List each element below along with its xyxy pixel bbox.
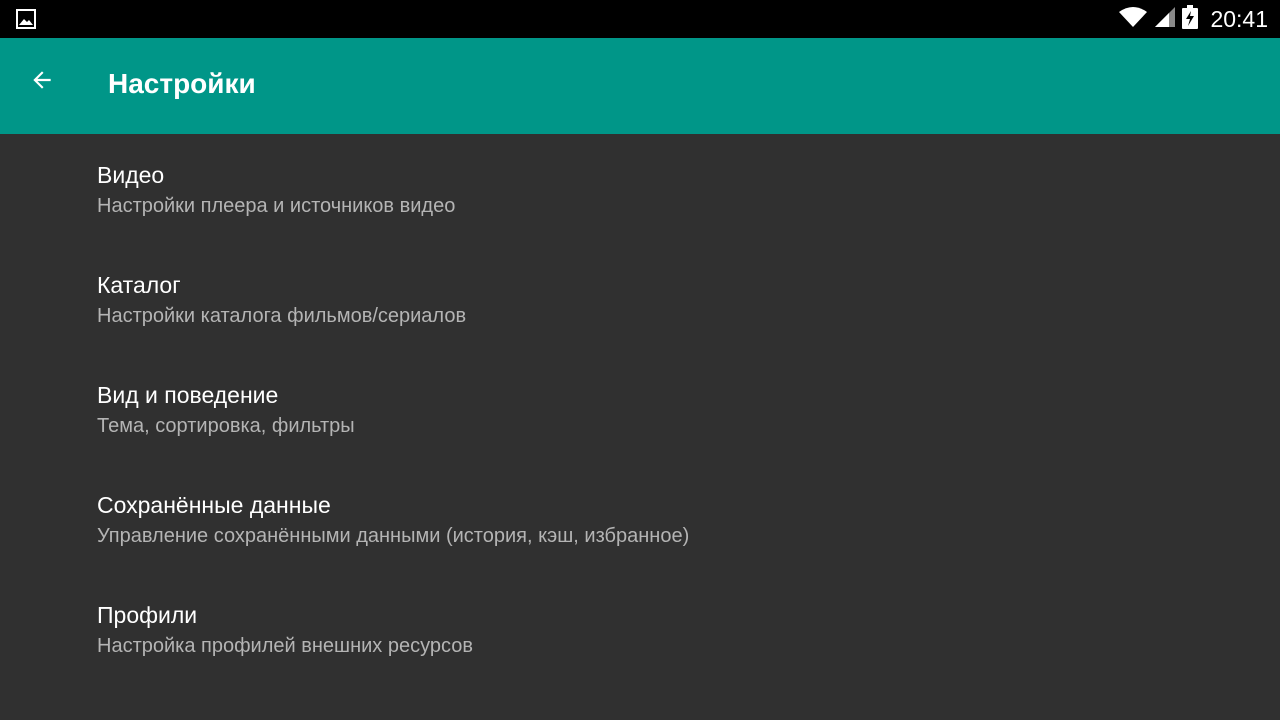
pref-title: Сохранённые данные	[97, 492, 331, 518]
preferences-list[interactable]: Видео Настройки плеера и источников виде…	[0, 134, 1280, 720]
pref-title: Профили	[97, 602, 198, 628]
image-notification-icon	[16, 9, 36, 29]
pref-summary: Управление сохранёнными данными (история…	[97, 525, 690, 547]
pref-title: Каталог	[97, 272, 181, 298]
page-title: Настройки	[108, 68, 256, 99]
pref-item-video[interactable]: Видео Настройки плеера и источников виде…	[0, 134, 1280, 244]
pref-item-saved-data[interactable]: Сохранённые данные Управление сохранённы…	[0, 464, 1280, 574]
wifi-icon	[1118, 6, 1148, 33]
status-icons: 20:41	[1118, 0, 1268, 38]
pref-item-profiles[interactable]: Профили Настройка профилей внешних ресур…	[0, 574, 1280, 684]
pref-item-catalog[interactable]: Каталог Настройки каталога фильмов/сериа…	[0, 244, 1280, 354]
status-time: 20:41	[1210, 5, 1268, 32]
app-bar: Настройки	[0, 38, 1280, 134]
arrow-left-icon	[29, 67, 55, 98]
status-bar: 20:41	[0, 0, 1280, 38]
battery-charging-icon	[1182, 4, 1199, 34]
cell-signal-icon	[1154, 6, 1176, 33]
pref-summary: Тема, сортировка, фильтры	[97, 415, 355, 437]
pref-title: Видео	[97, 162, 165, 188]
pref-item-appearance[interactable]: Вид и поведение Тема, сортировка, фильтр…	[0, 354, 1280, 464]
pref-title: Вид и поведение	[97, 382, 279, 408]
pref-summary: Настройки каталога фильмов/сериалов	[97, 305, 467, 327]
pref-summary: Настройка профилей внешних ресурсов	[97, 635, 473, 657]
back-button[interactable]	[18, 58, 66, 106]
pref-summary: Настройки плеера и источников видео	[97, 195, 456, 217]
